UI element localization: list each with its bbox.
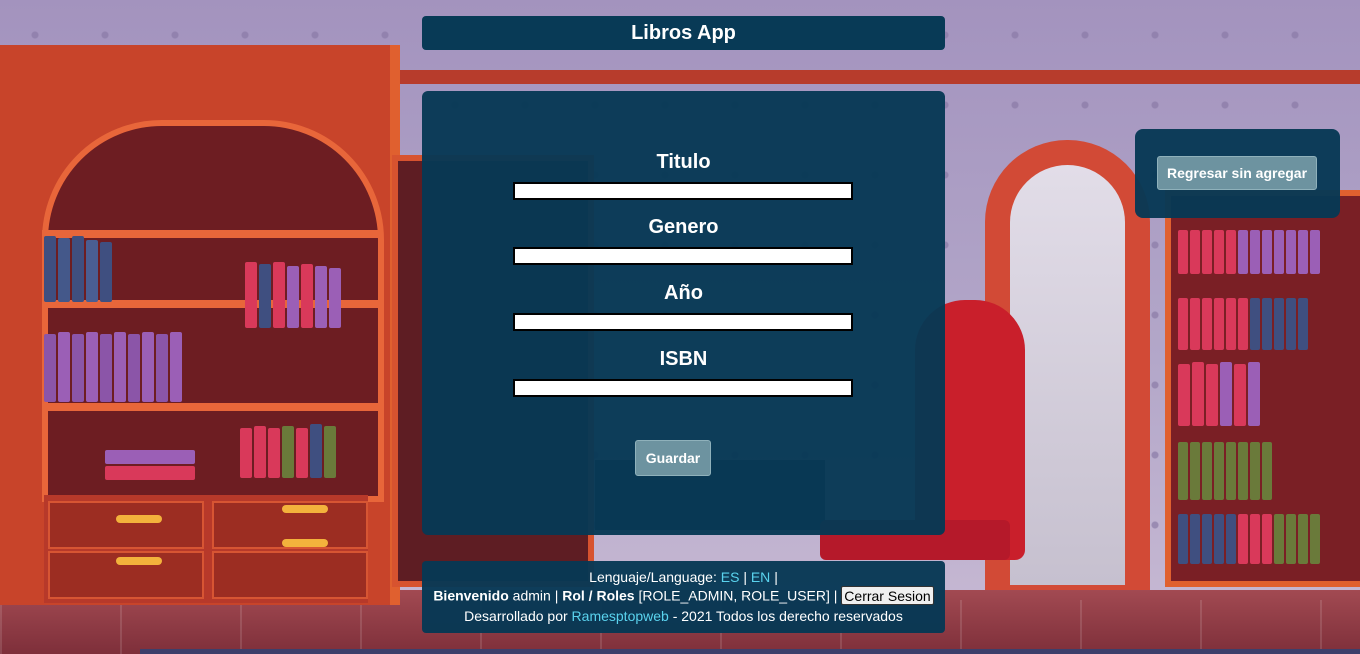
genre-input[interactable]: [513, 247, 853, 265]
roles-label: Rol / Roles: [562, 587, 635, 604]
user-row: Bienvenido admin | Rol / Roles [ROLE_ADM…: [422, 586, 945, 605]
books-row: [1178, 360, 1260, 426]
app-title: Libros App: [631, 21, 736, 44]
separator: |: [774, 569, 778, 585]
developer-link[interactable]: Ramesptopweb: [572, 608, 669, 624]
shelf-board: [42, 403, 382, 411]
back-without-adding-button[interactable]: Regresar sin agregar: [1157, 156, 1317, 190]
books-row: [44, 330, 182, 402]
welcome-label: Bienvenido: [433, 587, 509, 604]
books-row: [1178, 512, 1320, 564]
year-label: Año: [664, 282, 703, 304]
stacked-books: [105, 450, 195, 482]
save-button[interactable]: Guardar: [635, 440, 711, 476]
lang-es-link[interactable]: ES: [721, 569, 740, 585]
doorway-opening: [1010, 165, 1125, 585]
credits-row: Desarrollado por Ramesptopweb - 2021 Tod…: [422, 608, 945, 624]
side-panel: Regresar sin agregar: [1135, 129, 1340, 218]
title-label: Titulo: [656, 151, 711, 173]
books-row: [1178, 440, 1272, 500]
genre-label: Genero: [648, 216, 719, 238]
username: admin: [512, 587, 551, 604]
dev-suffix: - 2021 Todos los derecho reservados: [672, 608, 903, 624]
year-input[interactable]: [513, 313, 853, 331]
language-prefix: Lenguaje/Language:: [589, 569, 717, 585]
books-row: [240, 420, 336, 478]
lang-en-link[interactable]: EN: [751, 569, 770, 585]
drawer-handle: [282, 539, 328, 547]
separator: |: [554, 587, 559, 604]
books-row: [1178, 228, 1320, 274]
drawers: [44, 495, 368, 603]
drawer-handle: [116, 515, 162, 523]
books-row: [1178, 296, 1308, 350]
language-row: Lenguaje/Language: ES | EN |: [422, 569, 945, 585]
app-header: Libros App: [422, 16, 945, 50]
isbn-input[interactable]: [513, 379, 853, 397]
footer: Lenguaje/Language: ES | EN | Bienvenido …: [422, 561, 945, 633]
drawer: [212, 551, 368, 599]
logout-button[interactable]: Cerrar Sesion: [841, 586, 934, 605]
drawer-handle: [282, 505, 328, 513]
add-book-form: Titulo Genero Año ISBN Guardar: [422, 91, 945, 535]
wall-molding: [380, 70, 1360, 84]
roles-value: [ROLE_ADMIN, ROLE_USER]: [638, 587, 830, 604]
bottom-edge: [140, 649, 1360, 654]
title-input[interactable]: [513, 182, 853, 200]
isbn-label: ISBN: [659, 348, 708, 370]
drawer: [48, 501, 204, 549]
dev-prefix: Desarrollado por: [464, 608, 568, 624]
books-row: [44, 232, 112, 302]
books-row: [245, 258, 341, 328]
drawer-handle: [116, 557, 162, 565]
separator: |: [743, 569, 747, 585]
separator: |: [833, 587, 838, 604]
